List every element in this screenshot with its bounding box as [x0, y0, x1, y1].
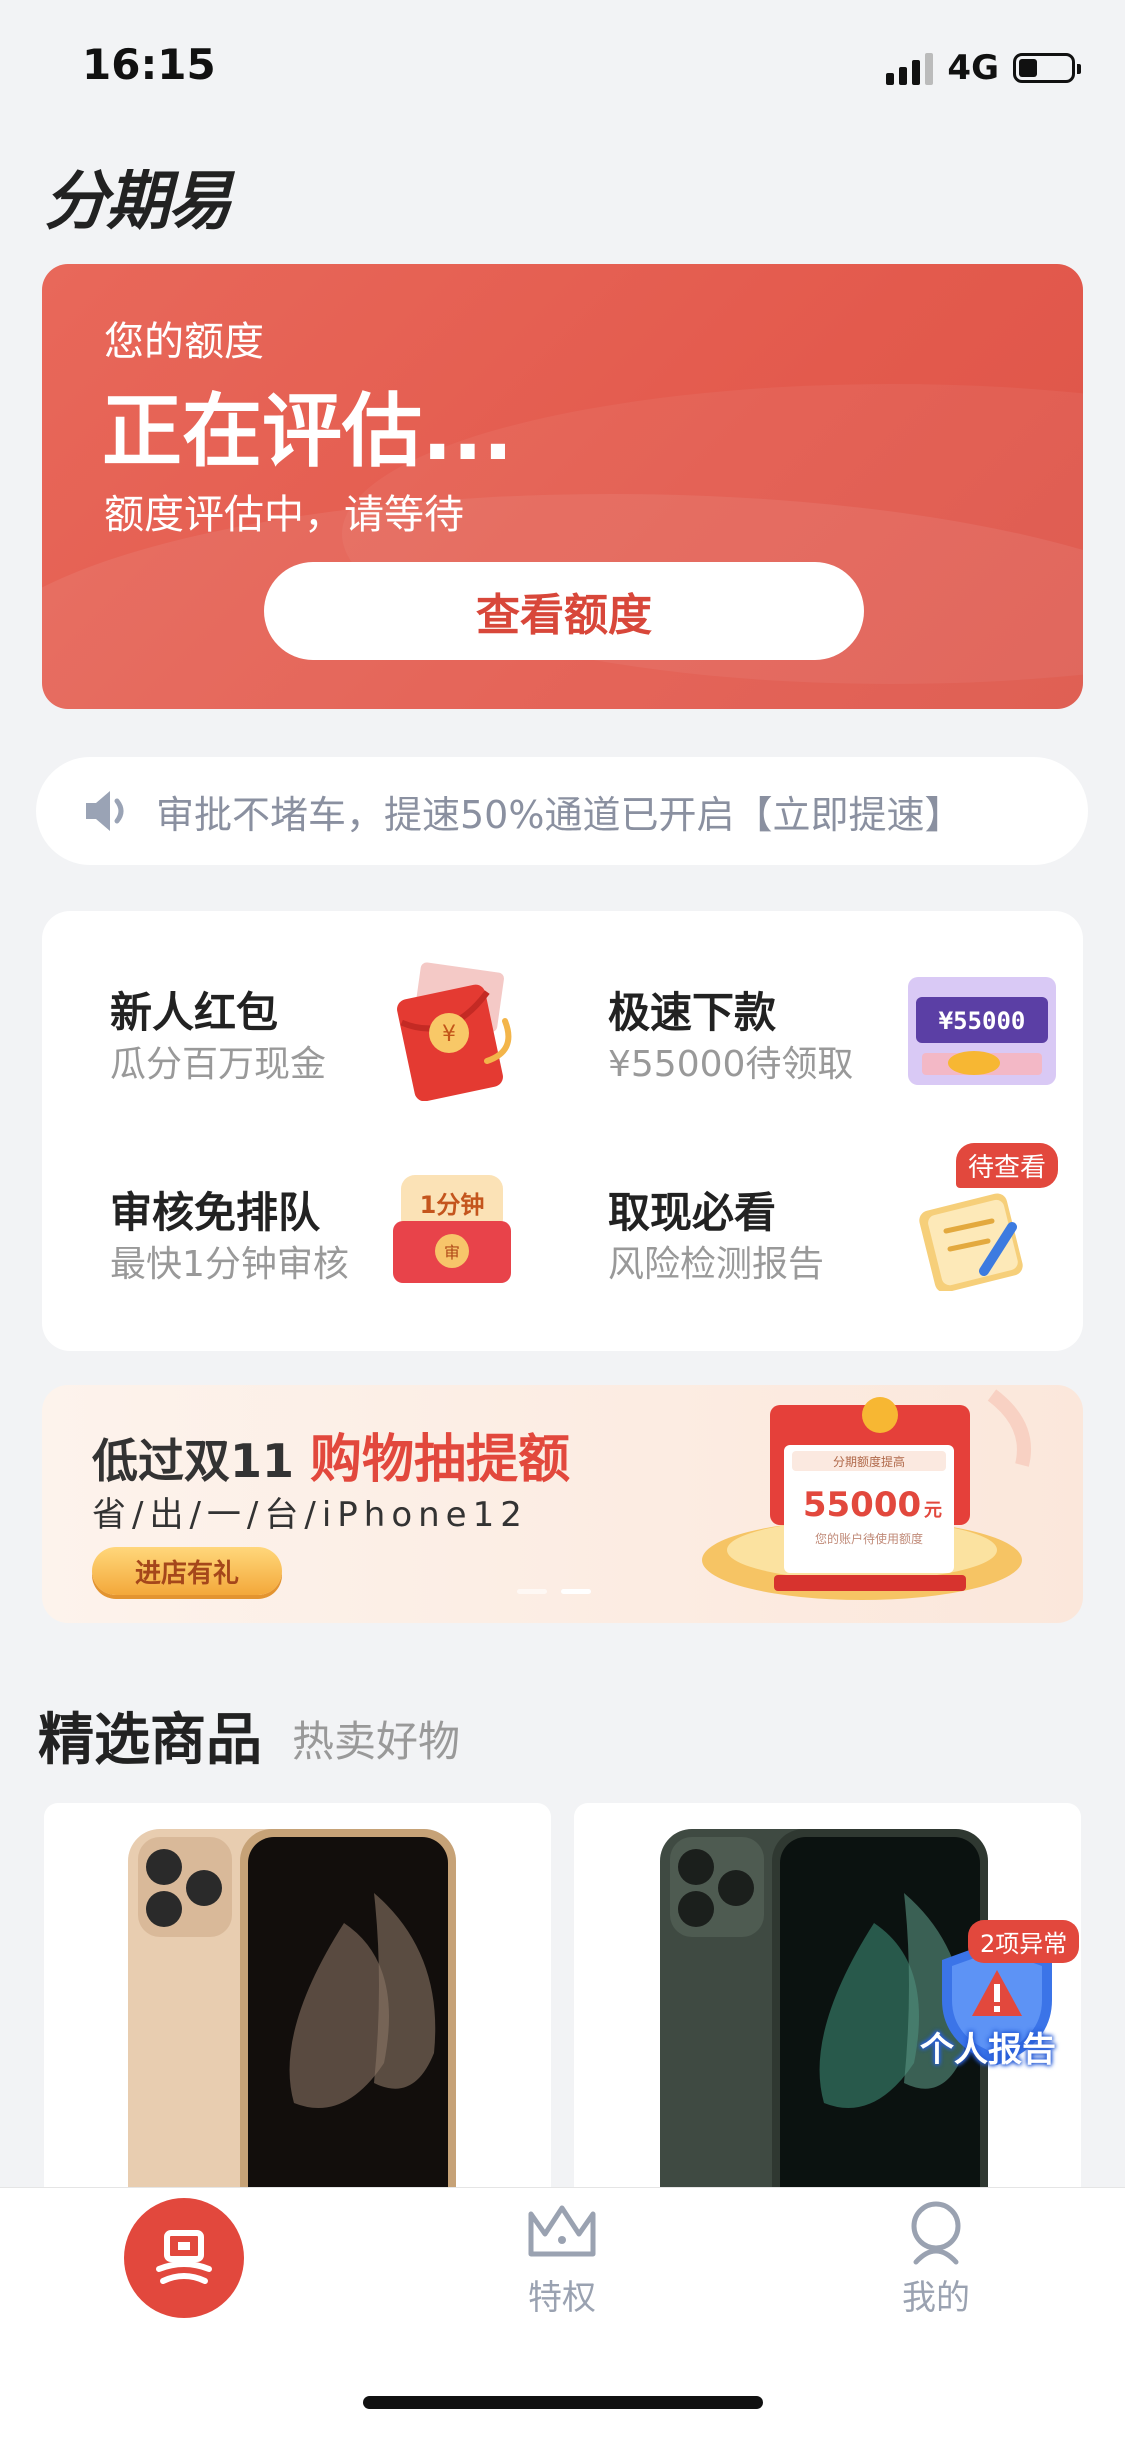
- home-indicator[interactable]: [363, 2396, 763, 2409]
- promo-title-highlight: 购物抽提额: [310, 1430, 571, 1490]
- home-logo-icon: [156, 2230, 212, 2284]
- tab-label: 特权: [528, 2278, 596, 2318]
- notice-bar[interactable]: 审批不堵车，提速50%通道已开启【立即提速】: [36, 757, 1088, 865]
- gift-box-illustration: 分期额度提高 55000 元 您的账户待使用额度: [702, 1389, 1031, 1600]
- svg-text:¥55000: ¥55000: [939, 1007, 1026, 1035]
- battery-icon: [1013, 53, 1081, 83]
- feature-subtitle: 瓜分百万现金: [110, 1044, 327, 1085]
- user-icon: [911, 2201, 961, 2265]
- feature-title: 新人红包: [110, 988, 279, 1037]
- feature-no-queue[interactable]: 审核免排队 最快1分钟审核 1分钟 审: [42, 1111, 562, 1311]
- feature-subtitle: ¥55000待领取: [608, 1044, 854, 1085]
- feature-subtitle: 风险检测报告: [608, 1244, 825, 1285]
- tab-mine[interactable]: 我的: [836, 2200, 1036, 2318]
- svg-text:1分钟: 1分钟: [420, 1191, 485, 1219]
- view-quota-button[interactable]: 查看额度: [264, 562, 864, 660]
- section-title: 精选商品: [38, 1708, 262, 1773]
- feature-grid: 新人红包 瓜分百万现金 ¥ 极速下款 ¥55000待领取 ¥55000 审核免排…: [42, 911, 1083, 1351]
- report-label[interactable]: 个人报告: [920, 2022, 1056, 2071]
- status-indicators: 4G: [886, 48, 1081, 88]
- feature-subtitle: 最快1分钟审核: [110, 1244, 349, 1285]
- promo-title: 低过双11 购物抽提额: [92, 1417, 570, 1492]
- speaker-icon: [86, 791, 124, 831]
- timer-envelope-icon: 1分钟 审: [393, 1175, 511, 1283]
- quota-label: 您的额度: [104, 319, 264, 365]
- cash-counter-icon: ¥55000: [908, 977, 1056, 1085]
- feature-new-user-bonus[interactable]: 新人红包 瓜分百万现金 ¥: [42, 911, 562, 1111]
- promo-title-plain: 低过双11: [92, 1434, 295, 1488]
- crown-icon: [528, 2205, 596, 2257]
- red-envelope-icon: ¥: [397, 962, 512, 1101]
- feature-title: 取现必看: [608, 1188, 777, 1237]
- network-type: 4G: [947, 48, 999, 88]
- section-subtitle: 热卖好物: [292, 1717, 461, 1766]
- carousel-dots: [517, 1589, 591, 1594]
- app-logo: 分期易: [44, 165, 232, 239]
- feature-risk-report[interactable]: 取现必看 风险检测报告 待查看: [562, 1111, 1083, 1311]
- svg-text:¥: ¥: [442, 1022, 456, 1047]
- product-card[interactable]: [44, 1803, 551, 2223]
- tab-privilege[interactable]: 特权: [462, 2200, 662, 2318]
- promo-banner[interactable]: 低过双11 购物抽提额 省/出/一/台/iPhone12 进店有礼 分期额度提高…: [42, 1385, 1083, 1623]
- tab-home[interactable]: [124, 2198, 244, 2318]
- enter-store-button[interactable]: 进店有礼: [92, 1547, 282, 1595]
- feature-fast-loan[interactable]: 极速下款 ¥55000待领取 ¥55000: [562, 911, 1083, 1111]
- feature-title: 审核免排队: [110, 1188, 321, 1237]
- signal-icon: [886, 51, 934, 85]
- carousel-dot: [517, 1589, 547, 1594]
- svg-text:55000: 55000: [803, 1485, 921, 1525]
- quota-card: 您的额度 正在评估... 额度评估中，请等待 查看额度: [42, 264, 1083, 709]
- feature-title: 极速下款: [608, 988, 777, 1037]
- product-image: [128, 1829, 456, 2223]
- svg-text:分期额度提高: 分期额度提高: [833, 1454, 905, 1469]
- quota-subtitle: 额度评估中，请等待: [104, 492, 464, 538]
- svg-text:元: 元: [924, 1500, 942, 1521]
- carousel-dot-active: [561, 1589, 591, 1594]
- tab-label: 我的: [902, 2278, 970, 2318]
- promo-subtitle: 省/出/一/台/iPhone12: [92, 1495, 528, 1535]
- notice-text: 审批不堵车，提速50%通道已开启【立即提速】: [156, 792, 963, 837]
- svg-text:您的账户待使用额度: 您的账户待使用额度: [815, 1531, 923, 1546]
- quota-status: 正在评估...: [102, 385, 514, 478]
- status-time: 16:15: [82, 40, 216, 89]
- svg-text:审: 审: [444, 1243, 460, 1262]
- notepad-pencil-icon: [919, 1193, 1023, 1291]
- pending-badge: 待查看: [956, 1143, 1059, 1188]
- report-alert-badge: 2项异常: [968, 1920, 1080, 1963]
